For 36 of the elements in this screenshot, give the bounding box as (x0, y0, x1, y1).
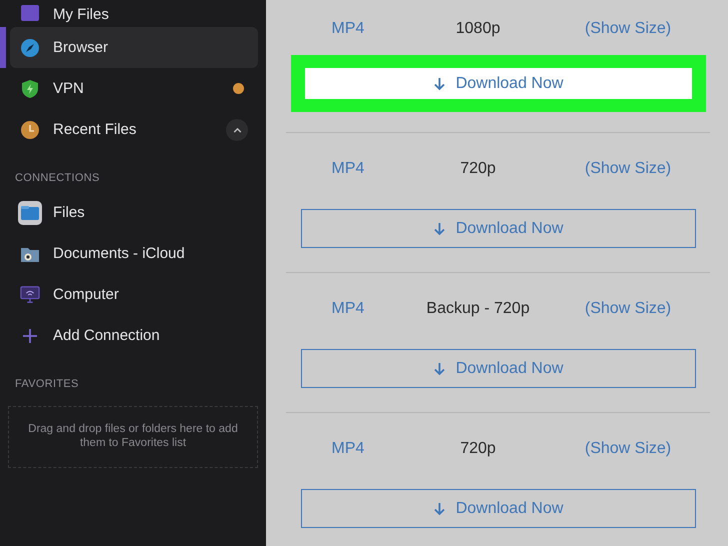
section-header: CONNECTIONS (15, 172, 101, 184)
shield-icon (20, 78, 40, 98)
format-link[interactable]: MP4 (300, 20, 396, 38)
down-arrow-icon (432, 222, 446, 236)
clock-icon (20, 120, 40, 140)
show-size-link[interactable]: (Show Size) (560, 300, 696, 318)
down-arrow-icon (432, 76, 446, 90)
show-size-link[interactable]: (Show Size) (560, 440, 696, 458)
quality-label: 720p (459, 440, 497, 458)
format-link[interactable]: MP4 (300, 440, 396, 458)
format-link[interactable]: MP4 (300, 160, 396, 178)
show-size-link[interactable]: (Show Size) (560, 160, 696, 178)
quality-label: Backup - 720p (425, 300, 531, 318)
sidebar-item[interactable]: Add Connection (10, 315, 258, 356)
quality-label: 1080p (454, 20, 502, 38)
favorites-drop-zone[interactable]: Drag and drop files or folders here to add them to Favorites list (8, 406, 258, 468)
collapse-toggle[interactable] (226, 118, 248, 140)
sidebar-item[interactable]: Files (10, 192, 258, 233)
sidebar-item[interactable]: My Files (10, 0, 258, 27)
quality-label: 720p (459, 160, 497, 178)
show-size-link[interactable]: (Show Size) (560, 20, 696, 38)
sidebar-item[interactable]: Documents - iCloud (10, 233, 258, 274)
monitor-icon (20, 284, 40, 304)
sidebar-item[interactable]: VPN (10, 68, 258, 109)
download-button[interactable]: Download Now (304, 68, 692, 99)
download-button[interactable]: Download Now (300, 489, 696, 528)
section-header: FAVORITES (15, 378, 80, 390)
sidebar-item[interactable]: Recent Files (10, 109, 258, 150)
down-arrow-icon (432, 362, 446, 376)
download-button[interactable]: Download Now (300, 209, 696, 248)
format-link[interactable]: MP4 (300, 300, 396, 318)
selection-bar (0, 27, 6, 68)
compass-icon (20, 38, 40, 58)
download-button[interactable]: Download Now (300, 349, 696, 388)
down-arrow-icon (432, 502, 446, 516)
sidebar-item[interactable]: Computer (10, 274, 258, 315)
